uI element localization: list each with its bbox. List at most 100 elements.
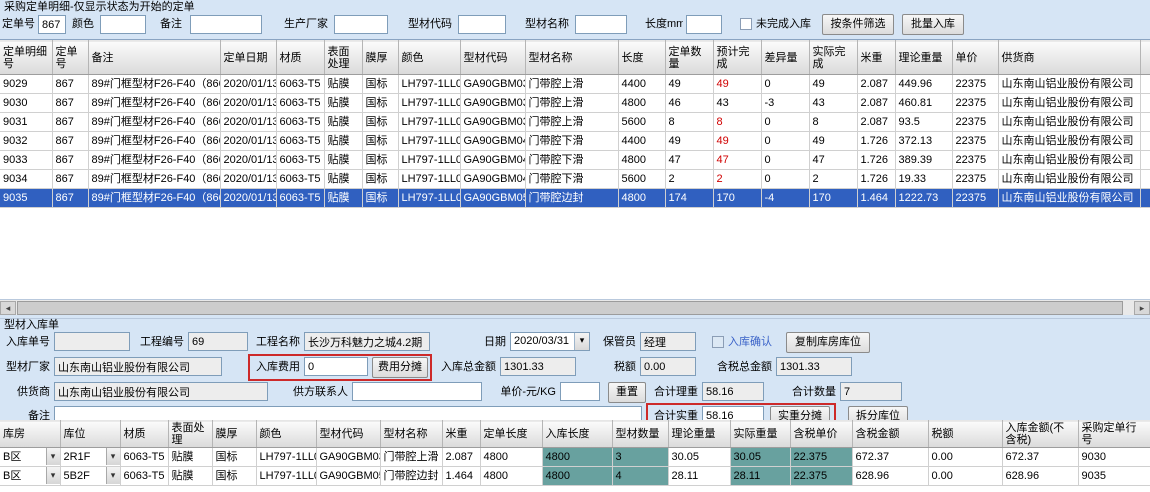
cell: 49 <box>809 75 857 94</box>
column-header[interactable]: 库位 <box>60 421 120 448</box>
factory-input[interactable] <box>54 357 222 376</box>
column-header[interactable]: 实际完成 <box>809 41 857 75</box>
table-row[interactable]: 903486789#门框型材F26-F40（866+867）2020/01/13… <box>0 170 1150 189</box>
tax-input[interactable] <box>640 357 696 376</box>
cell: 6063-T5 <box>276 151 324 170</box>
column-header[interactable]: 库房 <box>0 421 60 448</box>
column-header[interactable]: 型材代码 <box>316 421 380 448</box>
cell: B区▾ <box>0 448 60 467</box>
column-header[interactable]: 预计完成 <box>713 41 761 75</box>
cell: 49 <box>713 75 761 94</box>
contact-input[interactable] <box>352 382 482 401</box>
cell: 5B2F▾ <box>60 467 120 486</box>
column-header[interactable]: 入库金额(不含税) <box>1002 421 1078 448</box>
length-filter-input[interactable] <box>686 15 722 34</box>
reset-button[interactable]: 重置 <box>608 382 646 403</box>
column-header[interactable]: 含税金额 <box>852 421 928 448</box>
cell: -4 <box>761 189 809 208</box>
table-row[interactable]: 903086789#门框型材F26-F40（866+867）2020/01/13… <box>0 94 1150 113</box>
column-header[interactable]: 长度 <box>618 41 665 75</box>
total-qty-input[interactable] <box>840 382 902 401</box>
dropdown-arrow-icon[interactable]: ▾ <box>106 448 120 465</box>
column-header[interactable]: 表面处理 <box>168 421 212 448</box>
cell: 89#门框型材F26-F40（866+867） <box>88 189 220 208</box>
unit-price-input[interactable] <box>560 382 600 401</box>
table-row[interactable]: 903286789#门框型材F26-F40（866+867）2020/01/13… <box>0 132 1150 151</box>
column-header[interactable]: 定单号 <box>52 41 88 75</box>
order-no-input[interactable] <box>38 15 66 34</box>
calendar-dropdown-icon[interactable]: ▾ <box>574 333 589 350</box>
column-header[interactable]: 理论重量 <box>895 41 952 75</box>
column-header[interactable]: 含税单价 <box>790 421 852 448</box>
inbound-total-input[interactable] <box>500 357 576 376</box>
filter-by-condition-button[interactable]: 按条件筛选 <box>822 14 894 35</box>
column-header[interactable]: 材质 <box>276 41 324 75</box>
total-with-tax-input[interactable] <box>776 357 852 376</box>
column-header[interactable]: 米重 <box>857 41 895 75</box>
batch-inbound-button[interactable]: 批量入库 <box>902 14 964 35</box>
dropdown-arrow-icon[interactable]: ▾ <box>46 467 60 484</box>
fee-allocate-button[interactable]: 费用分摊 <box>372 357 428 378</box>
column-header[interactable] <box>1140 41 1150 75</box>
column-header[interactable]: 型材数量 <box>612 421 668 448</box>
column-header[interactable]: 定单日期 <box>220 41 276 75</box>
column-header[interactable]: 材质 <box>120 421 168 448</box>
column-header[interactable]: 定单数量 <box>665 41 713 75</box>
scroll-left-icon[interactable]: ◂ <box>0 301 16 315</box>
column-header[interactable]: 型材代码 <box>460 41 525 75</box>
column-header[interactable]: 单价 <box>952 41 998 75</box>
cell: 9035 <box>1078 467 1150 486</box>
date-picker[interactable]: 2020/03/31 ▾ <box>510 332 590 351</box>
inbound-confirm-label: 入库确认 <box>728 332 782 352</box>
dropdown-arrow-icon[interactable]: ▾ <box>106 467 120 484</box>
profile-name-filter-input[interactable] <box>575 15 627 34</box>
remark-filter-input[interactable] <box>190 15 262 34</box>
dropdown-arrow-icon[interactable]: ▾ <box>46 448 60 465</box>
scroll-right-icon[interactable]: ▸ <box>1134 301 1150 315</box>
project-no-input[interactable] <box>188 332 248 351</box>
receipt-no-input[interactable] <box>54 332 130 351</box>
color-filter-input[interactable] <box>100 15 146 34</box>
cell: 9035 <box>0 189 52 208</box>
column-header[interactable]: 备注 <box>88 41 220 75</box>
theory-weight-input[interactable] <box>702 382 764 401</box>
column-header[interactable]: 表面处理 <box>324 41 362 75</box>
column-header[interactable]: 供货商 <box>998 41 1140 75</box>
profile-code-filter-input[interactable] <box>458 15 506 34</box>
cell: 867 <box>52 113 88 132</box>
column-header[interactable]: 膜厚 <box>362 41 398 75</box>
column-header[interactable]: 型材名称 <box>525 41 618 75</box>
column-header[interactable]: 入库长度 <box>542 421 612 448</box>
column-header[interactable]: 型材名称 <box>380 421 442 448</box>
manufacturer-filter-input[interactable] <box>334 15 388 34</box>
table-row[interactable]: B区▾2R1F▾6063-T5贴膜国标LH797-1LL0GA90GBM03门带… <box>0 448 1150 467</box>
column-header[interactable]: 税额 <box>928 421 1002 448</box>
column-header[interactable]: 米重 <box>442 421 480 448</box>
horizontal-scrollbar[interactable]: ◂ ▸ <box>0 299 1150 315</box>
keeper-input[interactable] <box>640 332 696 351</box>
scrollbar-thumb[interactable] <box>17 301 1123 315</box>
table-row[interactable]: 903186789#门框型材F26-F40（866+867）2020/01/13… <box>0 113 1150 132</box>
table-row[interactable]: B区▾5B2F▾6063-T5贴膜国标LH797-1LL0GA90GBM05门带… <box>0 467 1150 486</box>
table-row[interactable]: 903586789#门框型材F26-F40（866+867）2020/01/13… <box>0 189 1150 208</box>
copy-warehouse-button[interactable]: 复制库房库位 <box>786 332 870 353</box>
column-header[interactable]: 颜色 <box>256 421 316 448</box>
fee-input[interactable] <box>304 357 368 376</box>
table-row[interactable]: 903386789#门框型材F26-F40（866+867）2020/01/13… <box>0 151 1150 170</box>
cell: 2.087 <box>857 94 895 113</box>
column-header[interactable]: 实际重量 <box>730 421 790 448</box>
project-name-input[interactable] <box>304 332 430 351</box>
supplier-input[interactable] <box>54 382 268 401</box>
inbound-confirm-checkbox[interactable] <box>712 336 724 348</box>
cell: 门带腔下滑 <box>525 132 618 151</box>
table-row[interactable]: 902986789#门框型材F26-F40（866+867）2020/01/13… <box>0 75 1150 94</box>
column-header[interactable]: 颜色 <box>398 41 460 75</box>
column-header[interactable]: 采购定单行号 <box>1078 421 1150 448</box>
column-header[interactable]: 定单长度 <box>480 421 542 448</box>
column-header[interactable]: 差异量 <box>761 41 809 75</box>
column-header[interactable]: 定单明细号 <box>0 41 52 75</box>
unfinished-checkbox[interactable] <box>740 18 752 30</box>
column-header[interactable]: 膜厚 <box>212 421 256 448</box>
column-header[interactable]: 理论重量 <box>668 421 730 448</box>
cell: 国标 <box>362 94 398 113</box>
